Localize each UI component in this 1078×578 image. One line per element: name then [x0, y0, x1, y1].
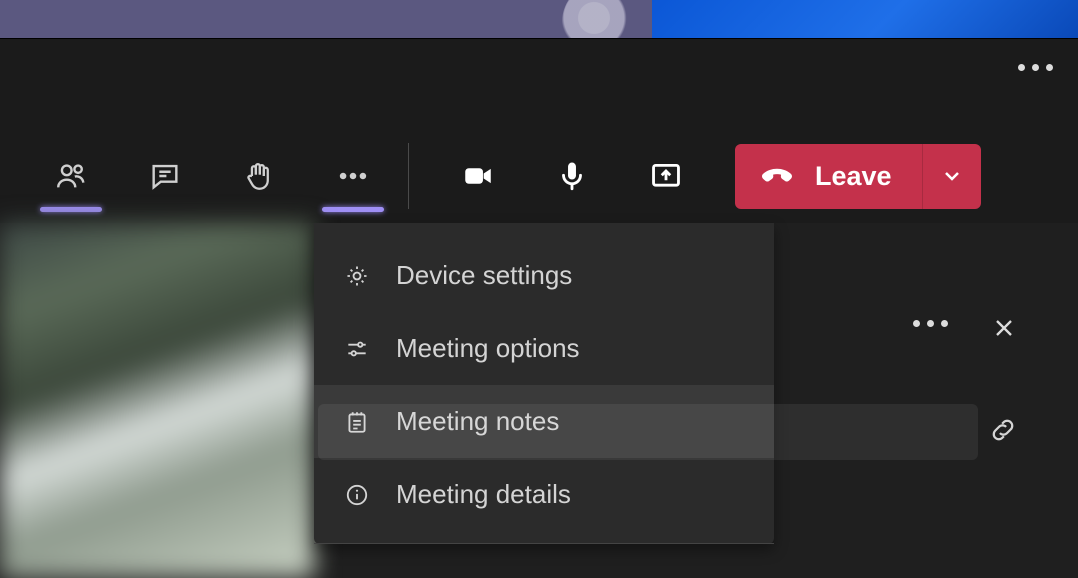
toolbar-separator: [408, 143, 409, 209]
share-screen-icon: [649, 159, 683, 193]
menu-item-label: Meeting details: [396, 479, 571, 510]
share-button[interactable]: [619, 137, 713, 215]
info-icon: [342, 480, 372, 510]
active-indicator: [40, 207, 102, 212]
camera-button[interactable]: [431, 137, 525, 215]
panel-close-button[interactable]: [990, 314, 1018, 347]
leave-button[interactable]: Leave: [735, 144, 923, 209]
meeting-top-bar: Leave: [0, 38, 1078, 223]
menu-item-meeting-details[interactable]: Meeting details: [314, 458, 774, 531]
more-actions-menu: Device settings Meeting options Meeting …: [314, 223, 774, 544]
link-icon: [988, 415, 1018, 445]
video-thumbnail: [0, 223, 314, 578]
chevron-down-icon: [940, 164, 964, 188]
hand-icon: [242, 159, 276, 193]
chat-icon: [148, 159, 182, 193]
active-indicator: [322, 207, 384, 212]
window-peek-left: [0, 0, 652, 38]
window-more-icon[interactable]: [1018, 64, 1053, 71]
raise-hand-button[interactable]: [212, 137, 306, 215]
close-icon: [990, 314, 1018, 342]
menu-item-meeting-options[interactable]: Meeting options: [314, 312, 774, 385]
leave-menu-button[interactable]: [923, 144, 981, 209]
panel-more-icon[interactable]: [913, 320, 948, 327]
leave-split-button: Leave: [735, 144, 981, 209]
panel-copy-row: [788, 392, 1078, 472]
ellipsis-icon: [336, 159, 370, 193]
video-icon: [461, 159, 495, 193]
panel-input-bg[interactable]: [318, 404, 978, 460]
hangup-icon: [759, 158, 795, 194]
window-peek-strip: [0, 0, 1078, 38]
meeting-window: Leave Device settings: [0, 0, 1078, 578]
mic-icon: [555, 159, 589, 193]
gear-icon: [342, 261, 372, 291]
window-peek-right: [652, 0, 1078, 38]
participants-button[interactable]: [24, 137, 118, 215]
menu-item-label: Meeting options: [396, 333, 580, 364]
menu-separator: [314, 543, 774, 544]
mic-button[interactable]: [525, 137, 619, 215]
leave-label: Leave: [815, 161, 892, 192]
sliders-icon: [342, 334, 372, 364]
people-icon: [54, 159, 88, 193]
menu-item-label: Device settings: [396, 260, 572, 291]
menu-item-device-settings[interactable]: Device settings: [314, 239, 774, 312]
more-actions-button[interactable]: [306, 137, 400, 215]
chat-button[interactable]: [118, 137, 212, 215]
copy-link-button[interactable]: [988, 415, 1018, 450]
meeting-toolbar: Leave: [0, 137, 1078, 215]
